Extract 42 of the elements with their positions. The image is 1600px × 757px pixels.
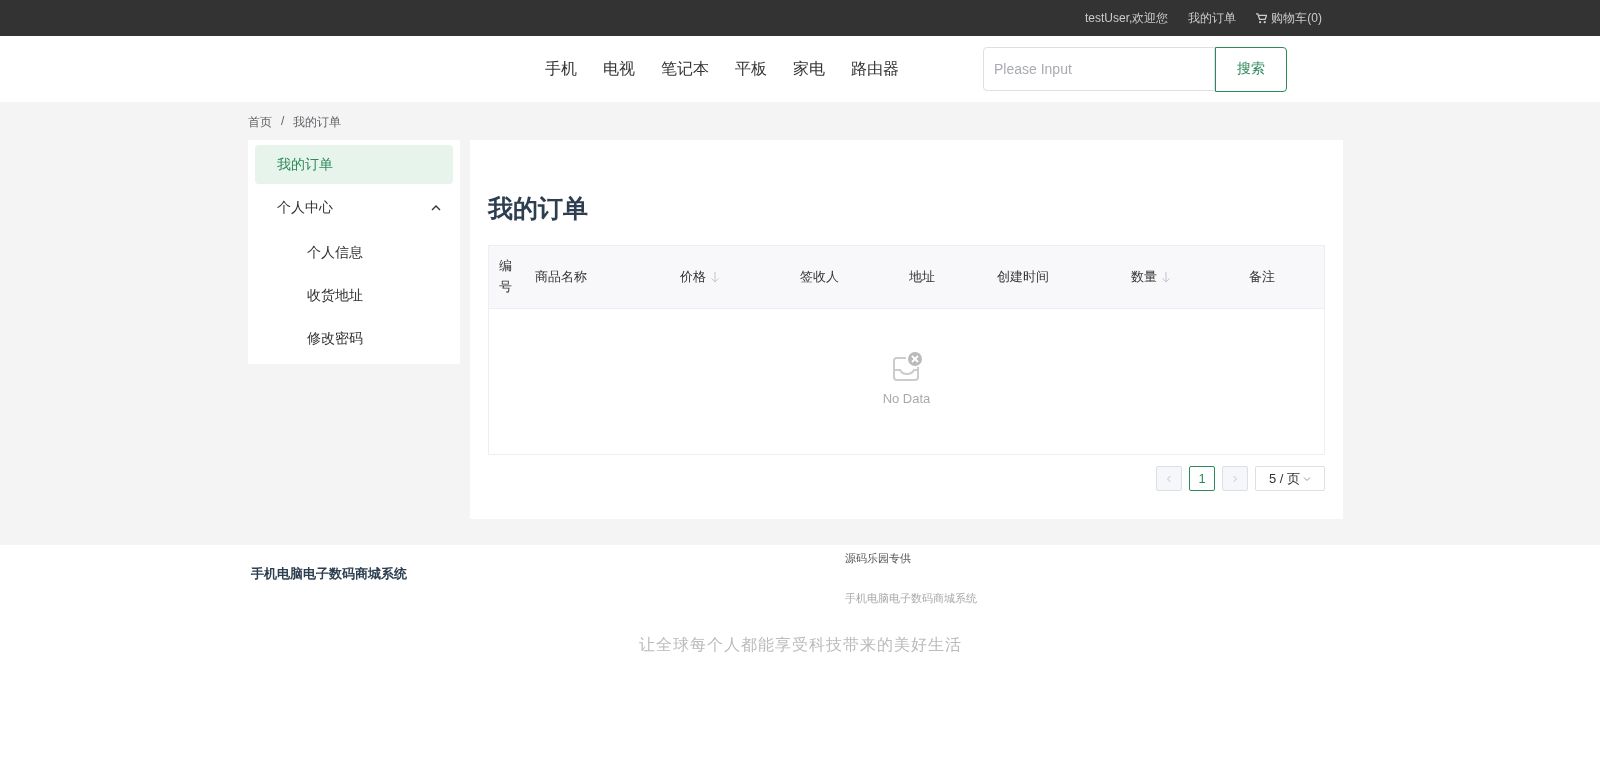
nav-link[interactable]: 笔记本	[661, 58, 709, 80]
column-header[interactable]: 数量	[1131, 268, 1157, 286]
page-size-select[interactable]: 5 / 页	[1255, 466, 1325, 491]
column-header: 编号	[499, 257, 512, 296]
sort-arrow-icon[interactable]	[1161, 271, 1171, 283]
column-header: 地址	[909, 268, 935, 286]
column-header: 备注	[1249, 268, 1275, 286]
column-header[interactable]: 价格	[680, 268, 706, 286]
menu-item[interactable]: 我的订单	[255, 145, 453, 184]
nav-link[interactable]: 我的订单	[1188, 9, 1237, 27]
empty-text: No Data	[882, 391, 931, 406]
menu-item[interactable]: 个人中心	[255, 188, 453, 227]
breadcrumb-link[interactable]: 首页	[248, 114, 272, 128]
chevron-left-icon	[1165, 474, 1173, 483]
menu-item[interactable]: 个人信息	[255, 231, 453, 274]
breadcrumb-separator: /	[281, 114, 285, 128]
chevron-down-icon	[1303, 474, 1312, 483]
column-header: 商品名称	[535, 268, 587, 286]
nav-link[interactable]: 平板	[735, 58, 767, 80]
page-title: 我的订单	[488, 193, 588, 224]
footer-subtitle: 手机电脑电子数码商城系统	[845, 591, 977, 606]
cart-link[interactable]: 购物车(0)	[1256, 9, 1322, 27]
nav-link[interactable]: 电视	[603, 58, 635, 80]
welcome-text: testUser,欢迎您	[1084, 9, 1169, 27]
sort-arrow-icon[interactable]	[710, 271, 720, 283]
nav-link[interactable]: 手机	[545, 58, 577, 80]
chevron-right-icon	[1231, 474, 1239, 483]
menu-item[interactable]: 修改密码	[255, 317, 453, 360]
footer-credit: 源码乐园专供	[845, 551, 911, 566]
search-field[interactable]: Please Input	[983, 46, 1215, 91]
footer-slogan: 让全球每个人都能享受科技带来的美好生活	[638, 635, 962, 654]
search-button[interactable]: 搜索	[1215, 46, 1287, 92]
nav-link[interactable]: 路由器	[851, 58, 899, 80]
column-header: 创建时间	[997, 268, 1049, 286]
cart-icon	[1256, 12, 1268, 24]
footer-title: 手机电脑电子数码商城系统	[251, 565, 407, 583]
column-header: 签收人	[800, 268, 839, 286]
empty-inbox-icon	[890, 351, 923, 383]
nav-link[interactable]: 家电	[793, 58, 825, 80]
menu-item[interactable]: 收货地址	[255, 274, 453, 317]
breadcrumb-current: 我的订单	[293, 114, 342, 128]
page-button[interactable]: 1	[1189, 466, 1215, 491]
